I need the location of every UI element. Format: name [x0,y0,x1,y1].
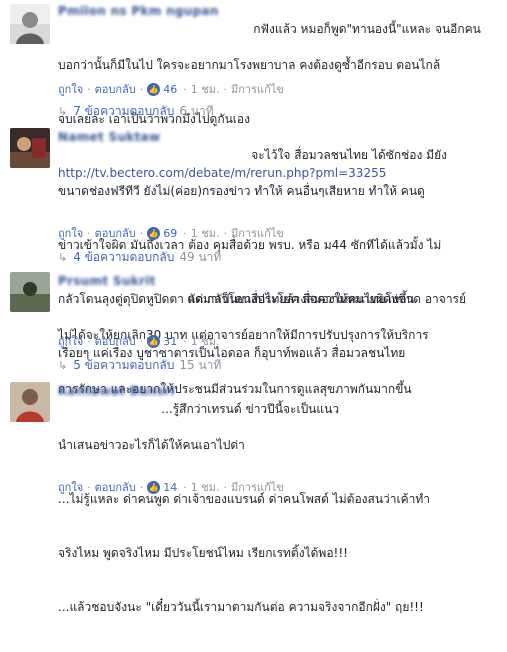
timestamp[interactable]: 1 ชม. [191,478,220,496]
comment-author[interactable]: Namet Suktaw [58,130,160,144]
comment-actions: ถูกใจ · ตอบกลับ · 👍 46 · 1 ชม. · มีการแก… [58,80,284,98]
reply-button[interactable]: ตอบกลับ [95,224,136,242]
avatar[interactable] [10,128,50,168]
like-icon: 👍 [147,82,161,96]
comment-author[interactable]: Pmilon ns Pkm ngupan [58,4,219,18]
reaction-count[interactable]: 👍 69 [147,226,177,240]
like-button[interactable]: ถูกใจ [58,224,83,242]
edited-label[interactable]: มีการแก้ไข [231,80,284,98]
reaction-count[interactable]: 👍 14 [147,480,177,494]
like-icon: 👍 [147,480,161,494]
comment-line: ...แล้วชอบจังนะ "เดี๋ยววันนี้เรามาตามกัน… [58,600,424,614]
like-icon: 👍 [147,334,161,348]
view-replies-link[interactable]: ↳ 5 ข้อความตอบกลับ 15 นาที [58,356,221,375]
reaction-count[interactable]: 👍 46 [147,82,177,96]
timestamp[interactable]: 1 ชม. [191,224,220,242]
comment-line: นำเสนอข่าวอะไรก็ได้ให้คนเอาไปด่า [58,438,245,452]
avatar[interactable] [10,382,50,422]
avatar[interactable] [10,4,50,44]
reply-arrow-icon: ↳ [58,105,68,118]
avatar[interactable] [10,272,50,312]
edited-label[interactable]: มีการแก้ไข [231,224,284,242]
comment-actions: ถูกใจ · ตอบกลับ · 👍 14 · 1 ชม. · มีการแก… [58,478,284,496]
like-button[interactable]: ถูกใจ [58,478,83,496]
like-button[interactable]: ถูกใจ [58,80,83,98]
comment-line: จริงไหม พูดจริงไหม มีประโยชน์ไหม เรียกเร… [58,546,348,560]
comment-line: ขนาดช่องฟรีทีวี ยังไม่(ค่อย)กรองข่าว ทำใ… [58,184,425,198]
reply-arrow-icon: ↳ [58,359,68,372]
comment-author[interactable]: Prsumt Sukrit [58,274,156,288]
view-replies-link[interactable]: ↳ 4 ข้อความตอบกลับ 49 นาที [58,248,221,267]
comment-actions: ถูกใจ · ตอบกลับ · 👍 31 · 1 ชม. [58,332,219,350]
edited-label[interactable]: มีการแก้ไข [231,478,284,496]
reply-arrow-icon: ↳ [58,251,68,264]
timestamp[interactable]: 1 ชม. [191,332,220,350]
like-icon: 👍 [147,226,161,240]
timestamp[interactable]: 1 ชม. [191,80,220,98]
reaction-count[interactable]: 👍 31 [147,334,177,348]
reply-button[interactable]: ตอบกลับ [95,478,136,496]
reply-button[interactable]: ตอบกลับ [95,332,136,350]
comment-line: บอกว่านั้นก็มีในไป ใครจะอยากมาโรงพยาบาล … [58,58,441,72]
like-button[interactable]: ถูกใจ [58,332,83,350]
comment-actions: ถูกใจ · ตอบกลับ · 👍 69 · 1 ชม. · มีการแก… [58,224,284,242]
comment-body: นำเสนอข่าวอะไรก็ได้ให้คนเอาไปด่า ...ไม่ร… [58,400,430,652]
reply-button[interactable]: ตอบกลับ [95,80,136,98]
view-replies-link[interactable]: ↳ 7 ข้อความตอบกลับ 6 นาที [58,102,214,121]
